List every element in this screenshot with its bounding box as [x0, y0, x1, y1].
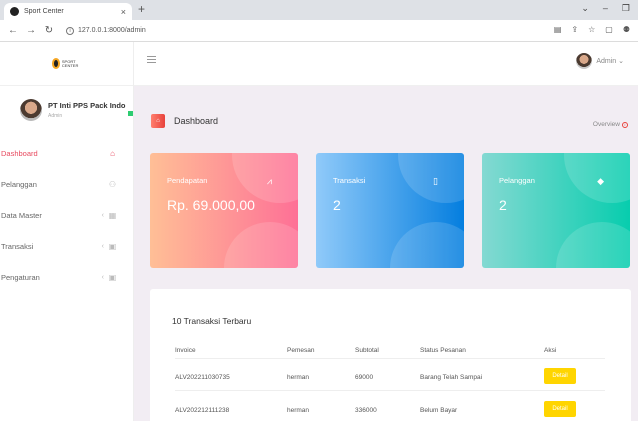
admin-menu[interactable]: Admin ⌄ — [576, 53, 624, 69]
card-label: Transaksi — [333, 176, 366, 185]
invoice-cell: ALV202212111238 — [175, 407, 230, 414]
home-icon: ⌂ — [110, 149, 115, 158]
sidebar-item-dashboard[interactable]: Dashboard ⌂ — [0, 138, 133, 169]
column-header: Subtotal — [355, 347, 379, 354]
table-header: Invoice Pemesan Subtotal Status Pesanan … — [175, 343, 605, 359]
card-label: Pendapatan — [167, 176, 208, 185]
sidebar-item-pengaturan[interactable]: Pengaturan ‹ ▣ — [0, 262, 133, 293]
url-field[interactable]: i 127.0.0.1:8000/admin — [66, 26, 146, 35]
overview-link[interactable]: Overview i — [593, 121, 628, 128]
sidebar-item-pelanggan[interactable]: Pelanggan ⚇ — [0, 169, 133, 200]
page-header: ⌂ Dashboard — [151, 114, 218, 128]
url-text[interactable]: 127.0.0.1:8000/admin — [78, 27, 146, 34]
share-icon[interactable]: ⇪ — [571, 25, 578, 34]
subtotal-cell: 69000 — [355, 374, 374, 381]
new-tab-button[interactable]: + — [138, 2, 145, 16]
logo[interactable]: SPORT CENTER — [51, 57, 82, 71]
column-header: Aksi — [544, 347, 557, 354]
window-dropdown-icon[interactable]: ⌄ — [581, 3, 589, 14]
status-cell: Belum Bayar — [420, 407, 458, 414]
table-row: ALV202212111238 herman 336000 Belum Baya… — [175, 398, 605, 421]
chevron-left-icon: ‹ — [101, 243, 104, 250]
chevron-left-icon: ‹ — [101, 212, 104, 219]
logo-area: SPORT CENTER — [0, 42, 133, 86]
browser-actions: ▤ ⇪ ☆ ▢ ⚉ — [554, 25, 630, 34]
info-circle-icon: i — [622, 121, 628, 128]
avatar — [20, 99, 42, 121]
card-label: Pelanggan — [499, 176, 535, 185]
column-header: Invoice — [175, 347, 196, 354]
logo-text: SPORT CENTER — [61, 58, 79, 68]
user-profile[interactable]: PT Inti PPS Pack Indo Admin — [0, 86, 133, 130]
sidebar-item-label: Pengaturan — [1, 273, 40, 282]
browser-tab[interactable]: Sport Center × — [4, 3, 132, 20]
profile-icon[interactable]: ⚉ — [623, 25, 630, 34]
reload-icon[interactable]: ↻ — [44, 25, 54, 36]
table-row: ALV202211030735 herman 69000 Barang Tela… — [175, 365, 605, 391]
sidebar-item-label: Pelanggan — [1, 180, 37, 189]
subtotal-cell: 336000 — [355, 407, 377, 414]
admin-label: Admin ⌄ — [596, 58, 624, 65]
back-icon[interactable]: ← — [8, 25, 18, 36]
forward-icon[interactable]: → — [26, 25, 36, 36]
grid-icon: ▦ — [108, 211, 117, 220]
tab-close-icon[interactable]: × — [121, 7, 126, 17]
user-role: Admin — [48, 113, 63, 119]
address-bar: ← → ↻ i 127.0.0.1:8000/admin ▤ ⇪ ☆ ▢ ⚉ — [0, 20, 638, 42]
tab-title: Sport Center — [24, 8, 64, 15]
lock-icon: ▣ — [108, 242, 117, 251]
admin-avatar — [576, 53, 593, 69]
column-header: Pemesan — [287, 347, 315, 354]
card-value: Rp. 69.000,00 — [167, 197, 255, 213]
invoice-cell: ALV202211030735 — [175, 374, 230, 381]
restore-icon[interactable]: ❐ — [622, 3, 630, 14]
page-title: Dashboard — [174, 116, 219, 126]
card-pendapatan: Pendapatan ⩘ Rp. 69.000,00 — [150, 153, 298, 268]
chevron-left-icon: ‹ — [101, 274, 104, 281]
logo-mark-icon — [51, 58, 60, 69]
favicon-icon — [10, 7, 19, 16]
bookmark-icon: ▯ — [433, 176, 438, 186]
sidebar: SPORT CENTER PT Inti PPS Pack Indo Admin… — [0, 42, 134, 421]
star-icon[interactable]: ☆ — [588, 25, 595, 34]
info-icon[interactable]: i — [66, 26, 74, 35]
pemesan-cell: herman — [287, 374, 310, 381]
sidebar-item-transaksi[interactable]: Transaksi ‹ ▣ — [0, 231, 133, 262]
sidebar-item-label: Transaksi — [1, 242, 34, 251]
topbar: Admin ⌄ — [134, 42, 638, 86]
panel-title: 10 Transaksi Terbaru — [172, 316, 252, 326]
main-content: ⌂ Dashboard Overview i Pendapatan ⩘ Rp. … — [134, 86, 638, 421]
sidebar-item-label: Data Master — [1, 211, 42, 220]
chart-line-icon: ⩘ — [266, 176, 272, 186]
menu-toggle-icon[interactable] — [147, 56, 156, 63]
minimize-icon[interactable]: – — [603, 3, 608, 14]
detail-button[interactable]: Detail — [544, 368, 576, 384]
sidebar-item-data-master[interactable]: Data Master ‹ ▦ — [0, 200, 133, 231]
online-status-icon — [127, 110, 133, 116]
diamond-icon: ◆ — [597, 176, 604, 186]
window-controls: ⌄ – ❐ — [581, 3, 630, 14]
sidebar-item-label: Dashboard — [1, 149, 38, 158]
sidebar-menu: Dashboard ⌂ Pelanggan ⚇ Data Master ‹ ▦ Transak… — [0, 138, 133, 293]
users-icon: ⚇ — [108, 180, 117, 189]
recent-transactions-panel: 10 Transaksi Terbaru Invoice Pemesan Sub… — [150, 289, 631, 421]
browser-tabbar: Sport Center × + ⌄ – ❐ — [0, 0, 638, 20]
status-cell: Barang Telah Sampai — [420, 374, 483, 381]
extension-icon[interactable]: ▤ — [554, 25, 562, 34]
column-header: Status Pesanan — [420, 347, 466, 354]
sidepanel-icon[interactable]: ▢ — [605, 25, 613, 34]
pemesan-cell: herman — [287, 407, 310, 414]
home-icon: ⌂ — [151, 114, 165, 128]
card-pelanggan: Pelanggan ◆ 2 — [482, 153, 630, 268]
card-transaksi: Transaksi ▯ 2 — [316, 153, 464, 268]
card-value: 2 — [333, 197, 341, 213]
user-name: PT Inti PPS Pack Indo — [48, 101, 126, 110]
detail-button[interactable]: Detail — [544, 401, 576, 417]
card-value: 2 — [499, 197, 507, 213]
lock-icon: ▣ — [108, 273, 117, 282]
